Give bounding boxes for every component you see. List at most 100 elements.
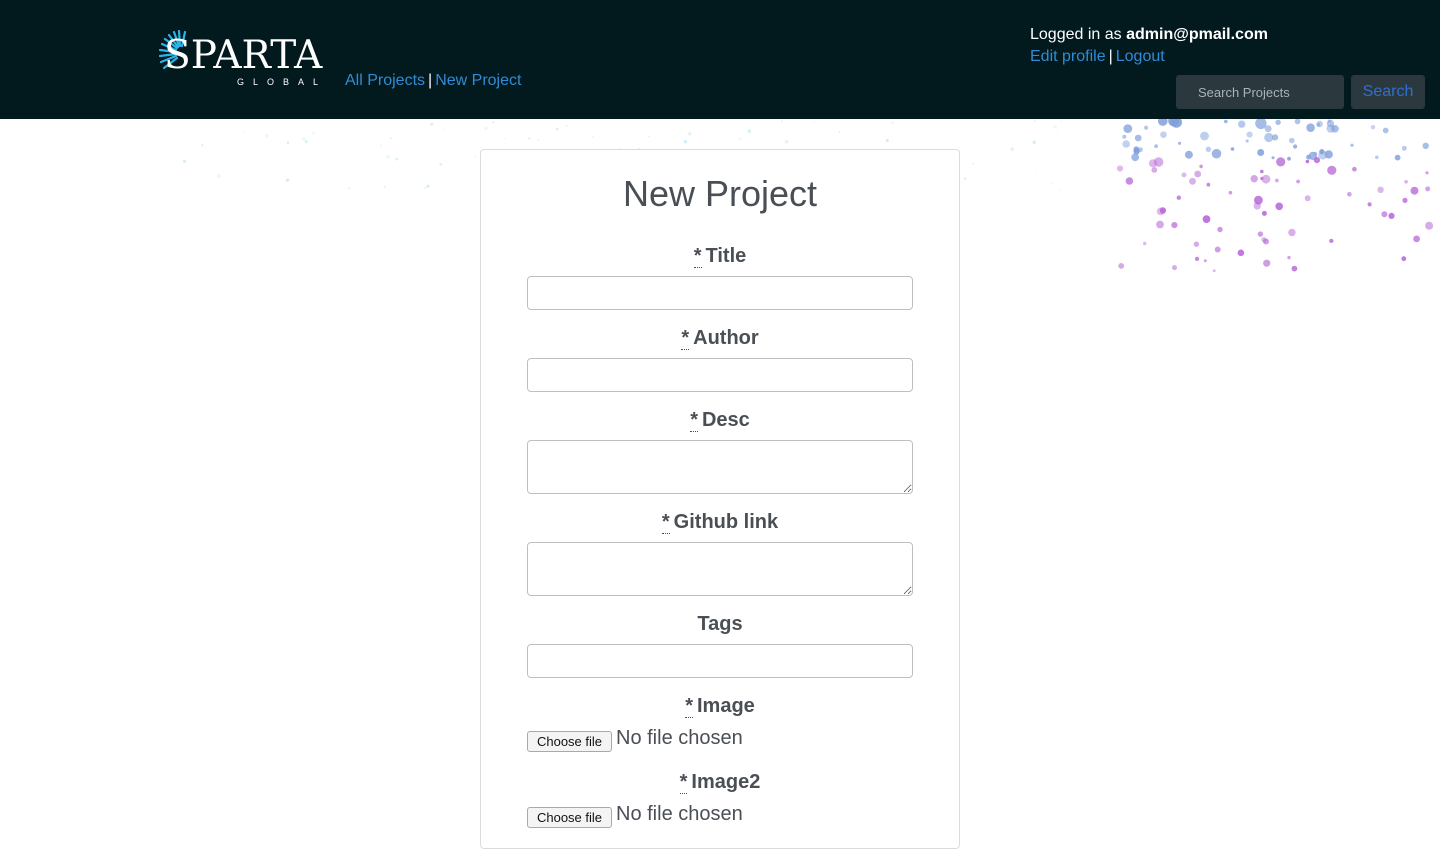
decorative-dot xyxy=(1382,127,1389,134)
decorative-speck xyxy=(1034,120,1036,123)
decorative-dot xyxy=(1158,119,1168,126)
edit-profile-link[interactable]: Edit profile xyxy=(1030,48,1106,65)
decorative-dot xyxy=(1318,150,1328,160)
decorative-speck xyxy=(736,130,739,132)
decorative-dot xyxy=(1413,235,1420,243)
tags-label-text: Tags xyxy=(697,613,743,635)
decorative-speck xyxy=(891,121,894,124)
main-nav: All Projects | New Project xyxy=(345,72,521,90)
decorative-speck xyxy=(592,136,594,138)
decorative-dot xyxy=(1264,125,1272,133)
author-label-text: Author xyxy=(693,327,759,349)
logo-subtext: GLOBAL xyxy=(237,77,328,87)
decorative-dot xyxy=(1401,145,1407,151)
desc-textarea[interactable] xyxy=(527,440,913,494)
logo-wordmark: SPARTA xyxy=(164,33,323,78)
decorative-dot xyxy=(1287,255,1291,260)
decorative-dot xyxy=(1313,151,1318,156)
decorative-speck xyxy=(688,132,692,136)
image-choose-file-button[interactable]: Choose file xyxy=(527,731,612,752)
image-file-status: No file chosen xyxy=(616,727,743,749)
decorative-dot xyxy=(1217,226,1223,233)
decorative-speck xyxy=(683,140,687,144)
image-file-input: Choose file No file chosen xyxy=(527,724,913,752)
image2-label: * Image2 xyxy=(527,770,913,794)
user-info: Logged in as admin@pmail.com Edit profil… xyxy=(1030,24,1268,68)
decorative-dot xyxy=(1160,131,1167,138)
decorative-dot xyxy=(1172,265,1177,271)
decorative-dot xyxy=(1288,228,1296,237)
decorative-dot xyxy=(1287,156,1291,161)
decorative-dot xyxy=(1134,134,1142,142)
image2-file-input: Choose file No file chosen xyxy=(527,800,913,828)
decorative-speck xyxy=(304,140,308,144)
decorative-dot xyxy=(1193,241,1200,247)
decorative-speck xyxy=(242,131,245,133)
decorative-speck xyxy=(439,163,443,166)
decorative-dot xyxy=(1289,137,1295,144)
github-link-textarea[interactable] xyxy=(527,542,913,596)
decorative-dot xyxy=(1246,131,1253,138)
decorative-speck xyxy=(484,126,488,130)
decorative-dot xyxy=(1257,149,1265,156)
image-label-text: Image xyxy=(696,695,755,717)
decorative-dot xyxy=(1305,159,1310,164)
decorative-dot xyxy=(1260,169,1264,174)
decorative-speck xyxy=(395,157,399,161)
decorative-dot xyxy=(1205,146,1212,152)
decorative-dot xyxy=(1370,125,1376,130)
decorative-speck xyxy=(1053,125,1057,129)
decorative-speck xyxy=(386,154,391,159)
decorative-speck xyxy=(885,139,889,142)
required-marker: * xyxy=(681,327,690,350)
decorative-speck xyxy=(1032,140,1037,145)
tags-input[interactable] xyxy=(527,644,913,678)
decorative-speck xyxy=(566,125,568,127)
account-links: Edit profile | Logout xyxy=(1030,46,1268,68)
decorative-speck xyxy=(838,131,841,133)
logged-in-line: Logged in as admin@pmail.com xyxy=(1030,24,1268,46)
decorative-dot xyxy=(1294,119,1301,125)
sparta-global-logo[interactable]: SPARTA GLOBAL xyxy=(154,30,322,90)
decorative-dot xyxy=(1422,142,1429,149)
decorative-dot xyxy=(1122,134,1127,139)
required-marker: * xyxy=(679,771,688,794)
title-label: * Title xyxy=(527,244,913,268)
decorative-dot xyxy=(1230,147,1235,151)
decorative-dot xyxy=(1316,122,1321,127)
logout-link[interactable]: Logout xyxy=(1116,48,1165,65)
decorative-dot xyxy=(1313,157,1320,164)
decorative-speck xyxy=(648,135,650,138)
decorative-speck xyxy=(1056,132,1058,135)
decorative-dot xyxy=(1131,153,1140,162)
page-title: New Project xyxy=(622,173,818,214)
decorative-speck xyxy=(739,137,742,140)
github-link-label-text: Github link xyxy=(673,511,779,533)
search-button[interactable]: Search xyxy=(1351,75,1425,109)
decorative-speck xyxy=(492,121,495,124)
logged-in-prefix: Logged in as xyxy=(1030,26,1122,43)
user-email: admin@pmail.com xyxy=(1126,26,1268,43)
nav-new-project-link[interactable]: New Project xyxy=(435,72,521,89)
decorative-dot xyxy=(1171,222,1178,229)
decorative-dot xyxy=(1276,157,1286,167)
decorative-dot xyxy=(1245,139,1249,143)
nav-all-projects-link[interactable]: All Projects xyxy=(345,72,425,89)
decorative-dot xyxy=(1203,259,1207,263)
decorative-dot xyxy=(1291,265,1298,272)
image2-file-status: No file chosen xyxy=(616,803,743,825)
decorative-dot xyxy=(1271,156,1275,160)
decorative-speck xyxy=(302,137,306,141)
required-marker: * xyxy=(661,511,670,534)
decorative-dot xyxy=(1394,154,1401,161)
decorative-dot xyxy=(1214,246,1221,253)
author-input[interactable] xyxy=(527,358,913,392)
title-input[interactable] xyxy=(527,276,913,310)
required-marker: * xyxy=(685,695,693,718)
decorative-speck xyxy=(503,137,506,140)
search-input[interactable] xyxy=(1176,75,1344,109)
decorative-speck xyxy=(813,121,815,123)
decorative-speck xyxy=(402,154,404,156)
decorative-dot xyxy=(1375,155,1379,160)
decorative-dot xyxy=(1122,140,1130,148)
